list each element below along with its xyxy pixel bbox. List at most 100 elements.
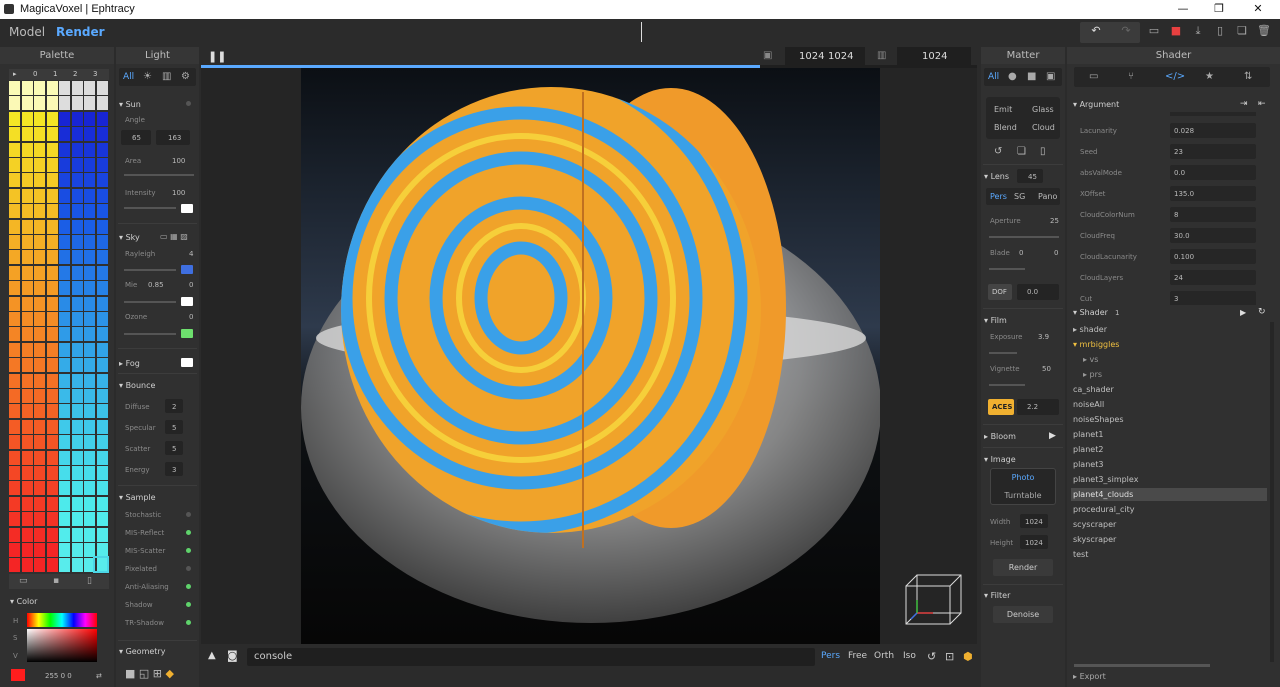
palette-swatch[interactable] — [46, 142, 58, 157]
image-section-title[interactable]: ▾ Image — [984, 455, 1016, 464]
energy-value[interactable]: 3 — [172, 466, 176, 474]
lens-mode-sg[interactable]: SG — [1014, 192, 1025, 201]
palette-swatch[interactable] — [59, 527, 70, 542]
sun-color-swatch[interactable] — [181, 204, 193, 213]
sample-chart-icon[interactable]: ▥ — [877, 50, 886, 61]
rayleigh-value[interactable]: 4 — [189, 250, 193, 258]
palette-swatch[interactable] — [84, 235, 95, 249]
sky-section-title[interactable]: ▾ Sky — [119, 233, 140, 242]
shader-hscrollbar[interactable] — [1074, 664, 1210, 667]
sample-option-toggle[interactable] — [186, 602, 191, 607]
palette-swatch[interactable] — [59, 558, 70, 573]
fog-color-swatch[interactable] — [181, 358, 193, 367]
palette-swatch[interactable] — [46, 543, 58, 557]
geometry-shape-icons[interactable]: ■ ◱ ⊞ ◆ — [125, 667, 174, 680]
pause-icon[interactable]: ❚❚ — [208, 50, 226, 63]
blade-b-value[interactable]: 0 — [1054, 249, 1058, 257]
palette-swatch[interactable] — [34, 296, 45, 311]
palette-swatch[interactable] — [9, 450, 20, 465]
palette-swatch[interactable] — [9, 296, 20, 311]
palette-swatch[interactable] — [34, 466, 45, 480]
palette-swatch[interactable] — [34, 558, 45, 573]
palette-swatch[interactable] — [71, 312, 83, 326]
lens-mode-pers[interactable]: Pers — [990, 192, 1007, 201]
palette-swatch[interactable] — [84, 250, 95, 265]
import-args-icon[interactable]: ⇥ — [1240, 99, 1248, 109]
arg-value-field[interactable]: 3 — [1170, 291, 1256, 305]
palette-swatch[interactable] — [84, 373, 95, 388]
lens-fov-value[interactable]: 45 — [1028, 173, 1037, 181]
export-icon[interactable]: ⤓ — [1188, 24, 1208, 42]
palette-swatch[interactable] — [96, 527, 108, 542]
shader-tree-item[interactable]: procedural_city — [1073, 505, 1134, 514]
angle-a-field[interactable]: 65 — [132, 134, 141, 142]
palette-swatch[interactable] — [71, 496, 83, 511]
palette-swatch[interactable] — [84, 358, 95, 373]
minimize-button[interactable]: — — [1176, 2, 1190, 15]
arg-value-field[interactable]: 8 — [1170, 207, 1256, 222]
palette-swatch[interactable] — [96, 96, 108, 111]
shader-tree-item[interactable]: noiseShapes — [1073, 415, 1124, 424]
palette-swatch[interactable] — [9, 512, 20, 527]
sample-option-toggle[interactable] — [186, 584, 191, 589]
view-mode-pers[interactable]: Pers — [821, 651, 840, 661]
palette-swatch[interactable] — [96, 219, 108, 234]
palette-swatch[interactable] — [21, 235, 33, 249]
palette-swatch[interactable] — [96, 127, 108, 142]
palette-swatch[interactable] — [46, 188, 58, 203]
current-color-swatch[interactable] — [11, 669, 25, 681]
shader-tree-item[interactable]: planet1 — [1073, 430, 1103, 439]
film-section-title[interactable]: ▾ Film — [984, 316, 1007, 325]
palette-swatch[interactable] — [84, 342, 95, 357]
palette-swatch[interactable] — [84, 481, 95, 496]
shader-tree-item[interactable]: ▾ mrbiggles — [1073, 340, 1119, 349]
palette-swatch[interactable] — [21, 450, 33, 465]
palette-swatch[interactable] — [21, 496, 33, 511]
shader-sort-icon[interactable]: ⇅ — [1244, 71, 1252, 82]
bounce-section-title[interactable]: ▾ Bounce — [119, 381, 155, 390]
palette-swatch[interactable] — [34, 158, 45, 172]
palette-swatch[interactable] — [59, 419, 70, 434]
palette-swatch[interactable] — [84, 127, 95, 142]
palette-swatch[interactable] — [71, 342, 83, 357]
palette-swatch[interactable] — [96, 419, 108, 434]
shader-tree-scrollbar[interactable] — [1270, 322, 1274, 662]
palette-swatch[interactable] — [21, 127, 33, 142]
palette-swatch[interactable] — [9, 404, 20, 419]
sample-option-toggle[interactable] — [186, 548, 191, 553]
mie-b-value[interactable]: 0 — [189, 281, 193, 289]
palette-swatch[interactable] — [96, 481, 108, 496]
palette-swatch[interactable] — [46, 81, 58, 95]
view-mode-orth[interactable]: Orth — [874, 651, 894, 661]
object-icon[interactable]: ⬢ — [963, 650, 973, 663]
palette-swatch[interactable] — [9, 188, 20, 203]
sample-option-toggle[interactable] — [186, 530, 191, 535]
palette-swatch[interactable] — [21, 358, 33, 373]
palette-swatch[interactable] — [34, 419, 45, 434]
palette-swatch[interactable] — [46, 435, 58, 450]
palette-open-icon[interactable]: ▭ — [19, 576, 28, 586]
palette-swatch[interactable] — [59, 481, 70, 496]
palette-swatch[interactable] — [71, 450, 83, 465]
sample-option-toggle[interactable] — [186, 512, 191, 517]
matter-copy-icon[interactable]: ❏ — [1017, 146, 1026, 157]
aces-value[interactable]: 2.2 — [1027, 403, 1038, 411]
image-size-icon[interactable]: ▣ — [763, 50, 772, 61]
palette-swatch[interactable] — [71, 389, 83, 403]
palette-swatch[interactable] — [21, 389, 33, 403]
material-sphere-icon[interactable]: ● — [1008, 71, 1017, 82]
palette-swatch[interactable] — [46, 312, 58, 326]
palette-swatch[interactable] — [71, 173, 83, 188]
palette-swatch[interactable] — [34, 481, 45, 496]
shader-star-icon[interactable]: ★ — [1205, 71, 1214, 82]
sun-toggle[interactable] — [186, 101, 191, 106]
copy-icon[interactable]: ❏ — [1232, 24, 1252, 42]
sample-option-toggle[interactable] — [186, 620, 191, 625]
palette-swatch[interactable] — [9, 358, 20, 373]
palette-swatch[interactable] — [9, 204, 20, 219]
palette-swatch[interactable] — [96, 404, 108, 419]
palette-swatch[interactable] — [46, 358, 58, 373]
frame-icon[interactable]: ⊡ — [945, 650, 954, 663]
shader-folder-icon[interactable]: ▭ — [1089, 71, 1098, 82]
palette-swatch[interactable] — [34, 81, 45, 95]
